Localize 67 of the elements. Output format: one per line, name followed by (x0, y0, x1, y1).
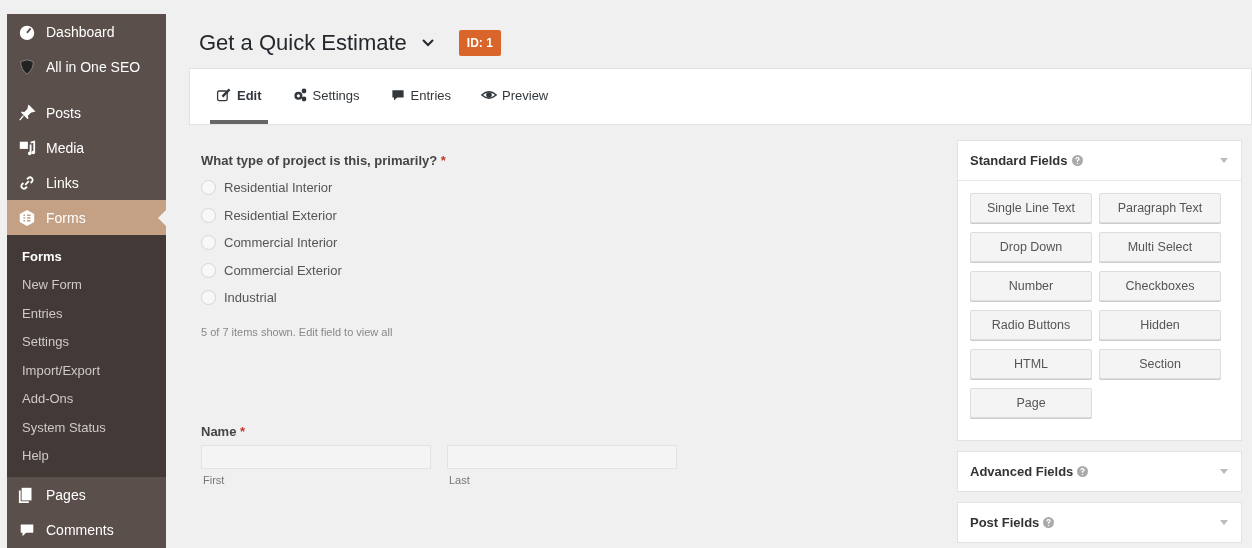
radio-button[interactable] (201, 290, 216, 306)
radio-button[interactable] (201, 235, 216, 251)
caret-icon[interactable] (1219, 157, 1229, 164)
tab[interactable]: Entries (383, 69, 457, 124)
submenu-item[interactable]: Settings (7, 327, 166, 356)
panel-title[interactable]: Standard Fields (970, 153, 1068, 168)
items-note: 5 of 7 items shown. Edit field to view all (201, 325, 394, 338)
help-icon[interactable] (1043, 517, 1055, 528)
option-label: Industrial (224, 290, 277, 306)
submenu-item[interactable]: New Form (7, 270, 166, 299)
help-icon[interactable] (1077, 466, 1089, 477)
submenu-item[interactable]: Add-Ons (7, 384, 166, 413)
sidebar-item[interactable]: Comments (7, 512, 166, 547)
add-field-button[interactable]: Number (970, 271, 1092, 301)
form-title: Get a Quick Estimate (199, 30, 407, 56)
tab[interactable]: Settings (285, 69, 366, 124)
caret-icon[interactable] (1219, 519, 1229, 526)
submenu-item[interactable]: Entries (7, 299, 166, 328)
panel-title[interactable]: Post Fields (970, 515, 1040, 530)
add-field-button[interactable]: Paragraph Text (1099, 193, 1221, 223)
option-label: Commercial Exterior (224, 262, 342, 278)
add-field-button[interactable]: Page (970, 388, 1092, 418)
help-icon[interactable] (1071, 155, 1083, 166)
field-sublabel: First (202, 473, 226, 486)
add-field-button[interactable]: Radio Buttons (970, 310, 1092, 340)
tab[interactable]: Preview (475, 69, 555, 124)
add-field-button[interactable]: Single Line Text (970, 193, 1092, 223)
add-field-button[interactable]: Multi Select (1099, 232, 1221, 262)
submenu-item[interactable]: Help (7, 441, 166, 470)
question-label: What type of project is this, primarily? (201, 153, 438, 168)
option-label: Residential Exterior (224, 207, 337, 223)
add-field-button[interactable]: Checkboxes (1099, 271, 1221, 301)
add-field-button[interactable]: Section (1099, 349, 1221, 379)
caret-icon[interactable] (1219, 468, 1229, 475)
submenu-item[interactable]: Forms (7, 242, 166, 271)
radio-button[interactable] (201, 180, 216, 196)
add-field-button[interactable]: Drop Down (970, 232, 1092, 262)
sidebar-item[interactable]: Pages (7, 477, 166, 512)
add-field-button[interactable]: Hidden (1099, 310, 1221, 340)
list-icon (18, 208, 36, 227)
radio-button[interactable] (201, 262, 216, 278)
chevron-down-icon[interactable] (420, 38, 435, 48)
submenu-item[interactable]: Import/Export (7, 356, 166, 385)
radio-button[interactable] (201, 207, 216, 223)
panel-title[interactable]: Advanced Fields (970, 464, 1074, 479)
gears-icon (291, 87, 308, 103)
sidebar-item[interactable]: Links (7, 165, 166, 200)
submenu-item[interactable]: System Status (7, 413, 166, 442)
required-mark: * (240, 423, 246, 439)
tab[interactable]: Edit (210, 69, 268, 124)
speech-bubble-icon (389, 87, 406, 103)
link-icon (18, 173, 36, 192)
sidebar-item[interactable]: All in One SEO (7, 49, 166, 84)
pin-icon (18, 103, 36, 122)
edit-icon (216, 87, 232, 103)
option-label: Residential Interior (224, 180, 333, 196)
required-mark: * (440, 153, 446, 168)
sidebar-item[interactable]: Dashboard (7, 14, 166, 49)
field-sublabel: Last (448, 473, 471, 486)
shield-icon (18, 57, 36, 76)
sidebar-item[interactable]: Posts (7, 95, 166, 130)
id-badge: ID: 1 (458, 30, 501, 56)
sidebar-item[interactable]: Media (7, 130, 166, 165)
media-icon (18, 138, 36, 157)
name-label: Name (201, 423, 237, 439)
option-label: Commercial Interior (224, 235, 338, 251)
add-field-button[interactable]: HTML (970, 349, 1092, 379)
